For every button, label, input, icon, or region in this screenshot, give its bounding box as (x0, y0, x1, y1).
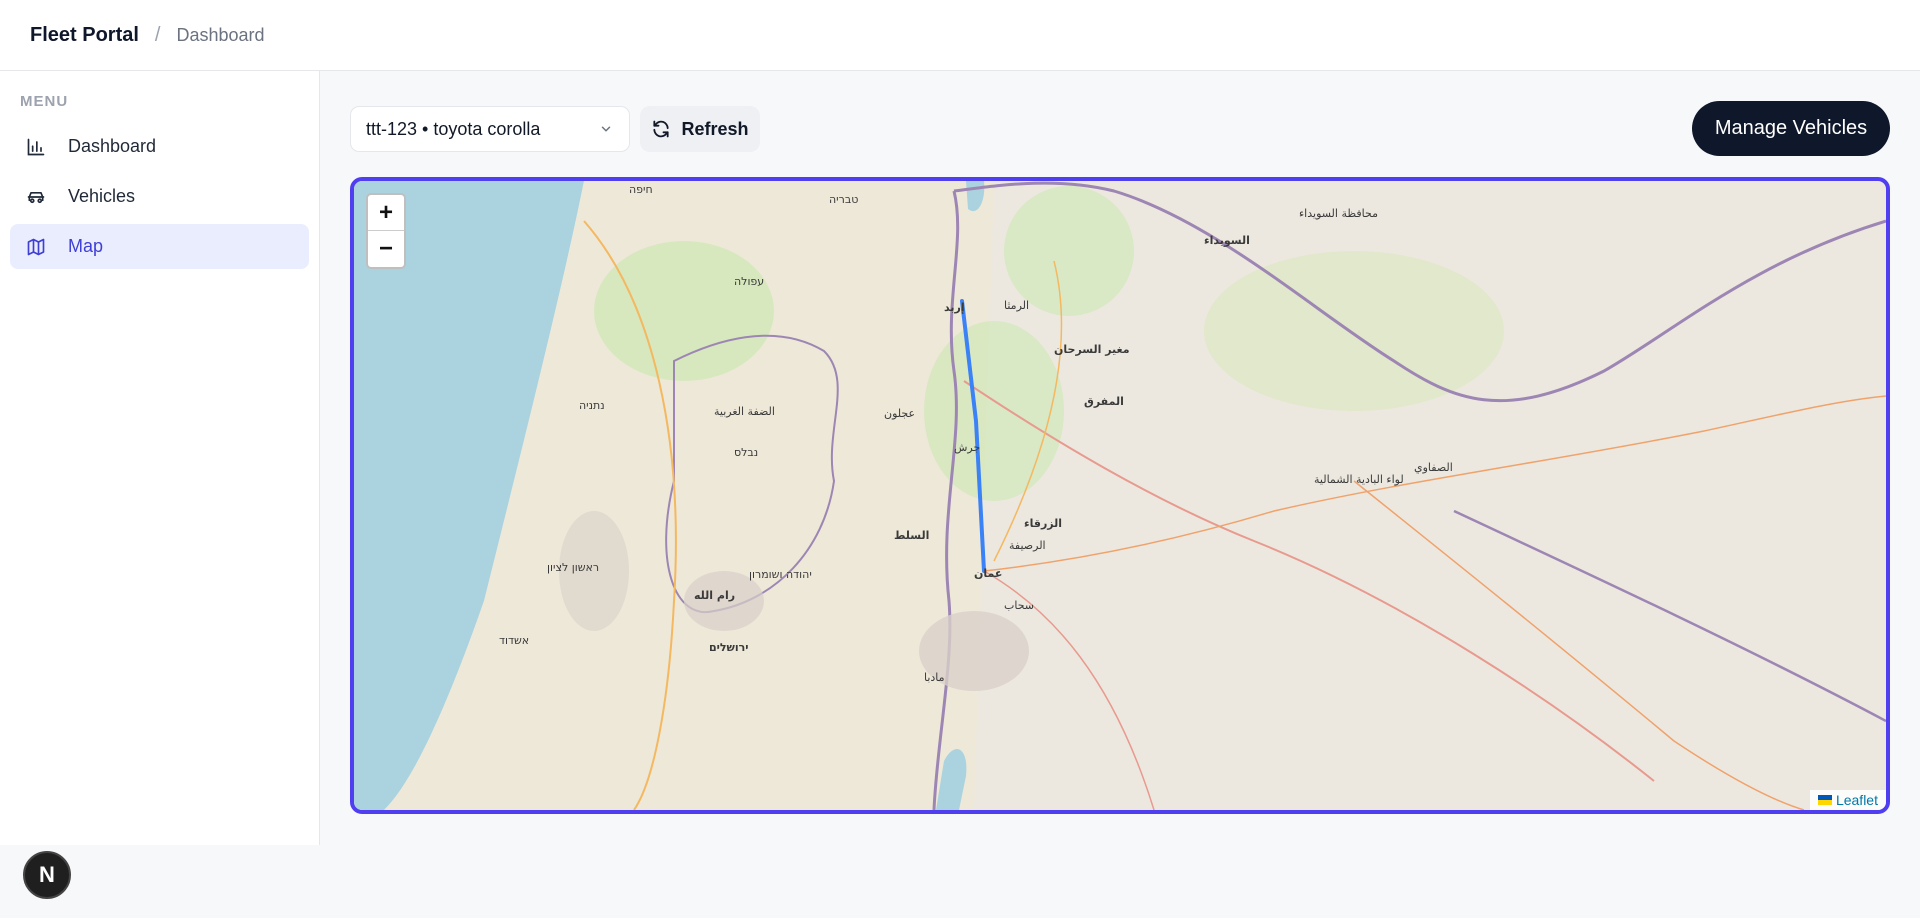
map-label: נבלס (734, 446, 758, 459)
sidebar-item-dashboard[interactable]: Dashboard (10, 124, 309, 169)
map-label: ראשון לציון (547, 561, 599, 574)
sidebar-item-label: Map (68, 236, 104, 256)
map-label: جرش (954, 441, 980, 454)
map-label: رام الله (694, 589, 735, 602)
road (983, 395, 1886, 572)
sidebar-item-label: Vehicles (68, 186, 136, 206)
green-area (924, 321, 1064, 501)
map-label: ירושלים (709, 641, 749, 654)
breadcrumb-current[interactable]: Dashboard (176, 25, 264, 46)
main-content: ttt-123 • toyota corolla Refresh Manage … (320, 71, 1920, 918)
map-tiles[interactable]: عمان الزرقاء المفرق إربد الرمثا مغير الس… (354, 181, 1886, 810)
map-label: السلط (894, 529, 929, 542)
map-label: سحاب (1004, 599, 1034, 612)
map-label: الرصيفة (1009, 539, 1046, 552)
road (963, 380, 1655, 782)
map-label: חיפה (629, 183, 653, 196)
sidebar-item-map[interactable]: Map (10, 224, 309, 269)
map-label: נתניה (579, 399, 605, 412)
map-label: الرمثا (1004, 299, 1029, 312)
green-area (1204, 251, 1504, 411)
refresh-label: Refresh (681, 118, 749, 139)
map-label: إربد (944, 301, 965, 314)
ukraine-flag-icon (1817, 795, 1832, 805)
map-label: السويداء (1204, 234, 1250, 247)
map-label: لواء البادية الشمالية (1314, 473, 1404, 486)
map-label: مغير السرحان (1054, 343, 1130, 356)
breadcrumb-separator: / (154, 23, 161, 46)
manage-vehicles-button[interactable]: Manage Vehicles (1692, 101, 1890, 156)
top-bar: Fleet Portal / Dashboard (0, 0, 1920, 71)
refresh-icon (653, 120, 670, 138)
chevron-down-icon (601, 126, 611, 132)
sidebar: MENU Dashboard Vehicles Map (0, 71, 320, 845)
map-label: יהודה ושומרון (749, 568, 812, 581)
map-attribution: Leaflet (1809, 790, 1886, 810)
map-label: الضفة الغربية (714, 405, 775, 418)
map-label: مادبا (924, 671, 945, 684)
brand-title[interactable]: Fleet Portal (30, 24, 139, 47)
vehicle-select[interactable]: ttt-123 • toyota corolla (350, 106, 630, 152)
border-line (1453, 509, 1886, 723)
nextjs-dev-badge[interactable]: N (23, 851, 71, 899)
sidebar-item-label: Dashboard (68, 136, 157, 156)
zoom-out-button[interactable]: − (368, 231, 404, 267)
attribution-link[interactable]: Leaflet (1836, 792, 1878, 808)
zoom-in-button[interactable]: + (368, 195, 404, 231)
green-area (594, 241, 774, 381)
map-label: عمان (974, 567, 1002, 580)
sidebar-item-vehicles[interactable]: Vehicles (10, 174, 309, 219)
menu-section-label: MENU (20, 93, 69, 110)
map-label: טבריה (829, 193, 858, 206)
map-label: אשדוד (499, 634, 529, 647)
map-label: عجلون (884, 407, 915, 420)
map-label: محافظة السويداء (1299, 207, 1378, 220)
zoom-control: + − (366, 193, 406, 269)
map-icon (27, 238, 45, 255)
map-label: עפולה (734, 275, 764, 288)
map-label: الصفاوي (1414, 461, 1453, 474)
green-area (1004, 186, 1134, 316)
map-container[interactable]: عمان الزرقاء المفرق إربد الرمثا مغير الس… (350, 177, 1890, 814)
refresh-button[interactable]: Refresh (640, 106, 760, 152)
map-label: المفرق (1084, 395, 1124, 408)
bar-chart-icon (27, 138, 45, 155)
vehicle-select-value: ttt-123 • toyota corolla (366, 118, 541, 139)
car-icon (27, 191, 45, 203)
map-label: الزرقاء (1024, 517, 1062, 530)
